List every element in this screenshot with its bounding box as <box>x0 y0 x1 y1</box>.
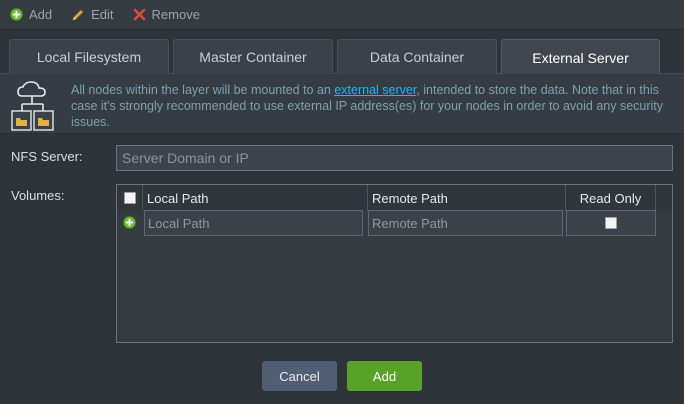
tab-master-container[interactable]: Master Container <box>173 39 333 74</box>
remove-x-icon <box>133 8 146 21</box>
tab-data-container[interactable]: Data Container <box>337 39 497 74</box>
toolbar-add-label: Add <box>29 7 53 22</box>
toolbar-edit-button[interactable]: Edit <box>71 7 114 22</box>
external-server-link[interactable]: external server <box>334 83 416 97</box>
info-text-before: All nodes within the layer will be mount… <box>71 83 335 97</box>
cloud-network-icon <box>10 80 56 137</box>
read-only-checkbox[interactable] <box>605 217 617 229</box>
toolbar-remove-button[interactable]: Remove <box>133 7 200 22</box>
tab-bar: Local Filesystem Master Container Data C… <box>0 30 684 75</box>
volumes-grid: Local Path Remote Path Read Only <box>116 184 673 343</box>
header-remote-path[interactable]: Remote Path <box>368 185 566 211</box>
header-local-path[interactable]: Local Path <box>143 185 368 211</box>
toolbar: Add Edit Remove <box>0 0 684 30</box>
info-panel: All nodes within the layer will be mount… <box>0 74 684 134</box>
header-read-only[interactable]: Read Only <box>566 185 656 211</box>
nfs-server-label: NFS Server: <box>11 149 83 164</box>
add-button[interactable]: Add <box>347 361 422 391</box>
toolbar-remove-label: Remove <box>151 7 200 22</box>
toolbar-add-button[interactable]: Add <box>10 7 52 22</box>
nfs-server-input[interactable] <box>116 145 673 171</box>
remote-path-input[interactable] <box>368 210 563 236</box>
read-only-cell <box>566 210 656 236</box>
toolbar-edit-label: Edit <box>91 7 114 22</box>
select-all-checkbox[interactable] <box>123 192 136 204</box>
cancel-button[interactable]: Cancel <box>262 361 337 391</box>
info-text: All nodes within the layer will be mount… <box>71 82 671 130</box>
add-circle-icon <box>10 8 23 21</box>
add-row-icon[interactable] <box>123 216 136 232</box>
local-path-input[interactable] <box>144 210 363 236</box>
grid-header: Local Path Remote Path Read Only <box>117 185 672 211</box>
pencil-icon <box>71 8 85 22</box>
volumes-label: Volumes: <box>11 188 65 203</box>
tab-external-server[interactable]: External Server <box>501 39 660 75</box>
select-all-cell <box>117 185 143 211</box>
tab-local-filesystem[interactable]: Local Filesystem <box>9 39 169 74</box>
